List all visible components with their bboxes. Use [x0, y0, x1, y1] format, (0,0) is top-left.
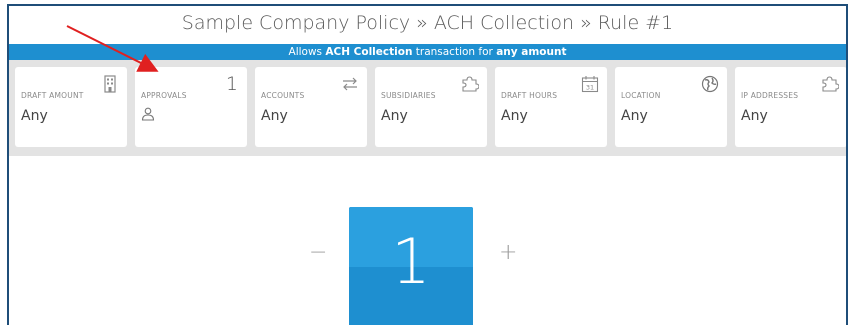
transfer-arrows-icon — [343, 77, 357, 91]
increment-button[interactable]: + — [499, 240, 517, 265]
banner-amount: any amount — [496, 46, 567, 58]
stepper-value: 1 — [391, 225, 431, 298]
person-icon — [141, 107, 155, 121]
card-value: Any — [21, 108, 48, 124]
card-label: IP ADDRESSES — [741, 91, 799, 100]
puzzle-icon — [462, 76, 479, 92]
rule-summary-banner: Allows ACH Collection transaction for an… — [9, 44, 846, 60]
building-icon — [104, 75, 116, 93]
card-label: SUBSIDIARIES — [381, 91, 436, 100]
card-location[interactable]: LOCATION Any — [615, 67, 727, 147]
card-ip-addresses[interactable]: IP ADDRESSES Any — [735, 67, 846, 147]
globe-icon — [701, 75, 719, 93]
card-label: LOCATION — [621, 91, 661, 100]
card-value: Any — [741, 108, 768, 124]
approvals-count: 1 — [225, 73, 238, 95]
card-draft-amount[interactable]: DRAFT AMOUNT Any — [15, 67, 127, 147]
policy-rule-panel: Sample Company Policy » ACH Collection »… — [7, 4, 848, 325]
card-subsidiaries[interactable]: SUBSIDIARIES Any — [375, 67, 487, 147]
card-approvals[interactable]: 1 APPROVALS — [135, 67, 247, 147]
banner-transaction: ACH Collection — [325, 46, 413, 58]
calendar-icon: 31 — [581, 76, 599, 93]
puzzle-icon — [822, 76, 839, 92]
card-label: DRAFT HOURS — [501, 91, 558, 100]
card-accounts[interactable]: ACCOUNTS Any — [255, 67, 367, 147]
card-label: DRAFT AMOUNT — [21, 91, 84, 100]
approvals-stepper-value-box[interactable]: 1 — [349, 207, 473, 325]
banner-prefix: Allows — [288, 46, 326, 58]
card-draft-hours[interactable]: 31 DRAFT HOURS Any — [495, 67, 607, 147]
card-value: Any — [621, 108, 648, 124]
card-label: ACCOUNTS — [261, 91, 305, 100]
calendar-day: 31 — [586, 84, 594, 92]
card-value: Any — [261, 108, 288, 124]
rule-criteria-cards: DRAFT AMOUNT Any 1 APPROVALS ACCOUNTS An… — [9, 60, 846, 156]
decrement-button[interactable]: − — [309, 240, 327, 265]
card-label: APPROVALS — [141, 91, 187, 100]
card-value: Any — [501, 108, 528, 124]
page-title: Sample Company Policy » ACH Collection »… — [181, 12, 674, 34]
card-value: Any — [381, 108, 408, 124]
banner-middle: transaction for — [412, 46, 497, 58]
